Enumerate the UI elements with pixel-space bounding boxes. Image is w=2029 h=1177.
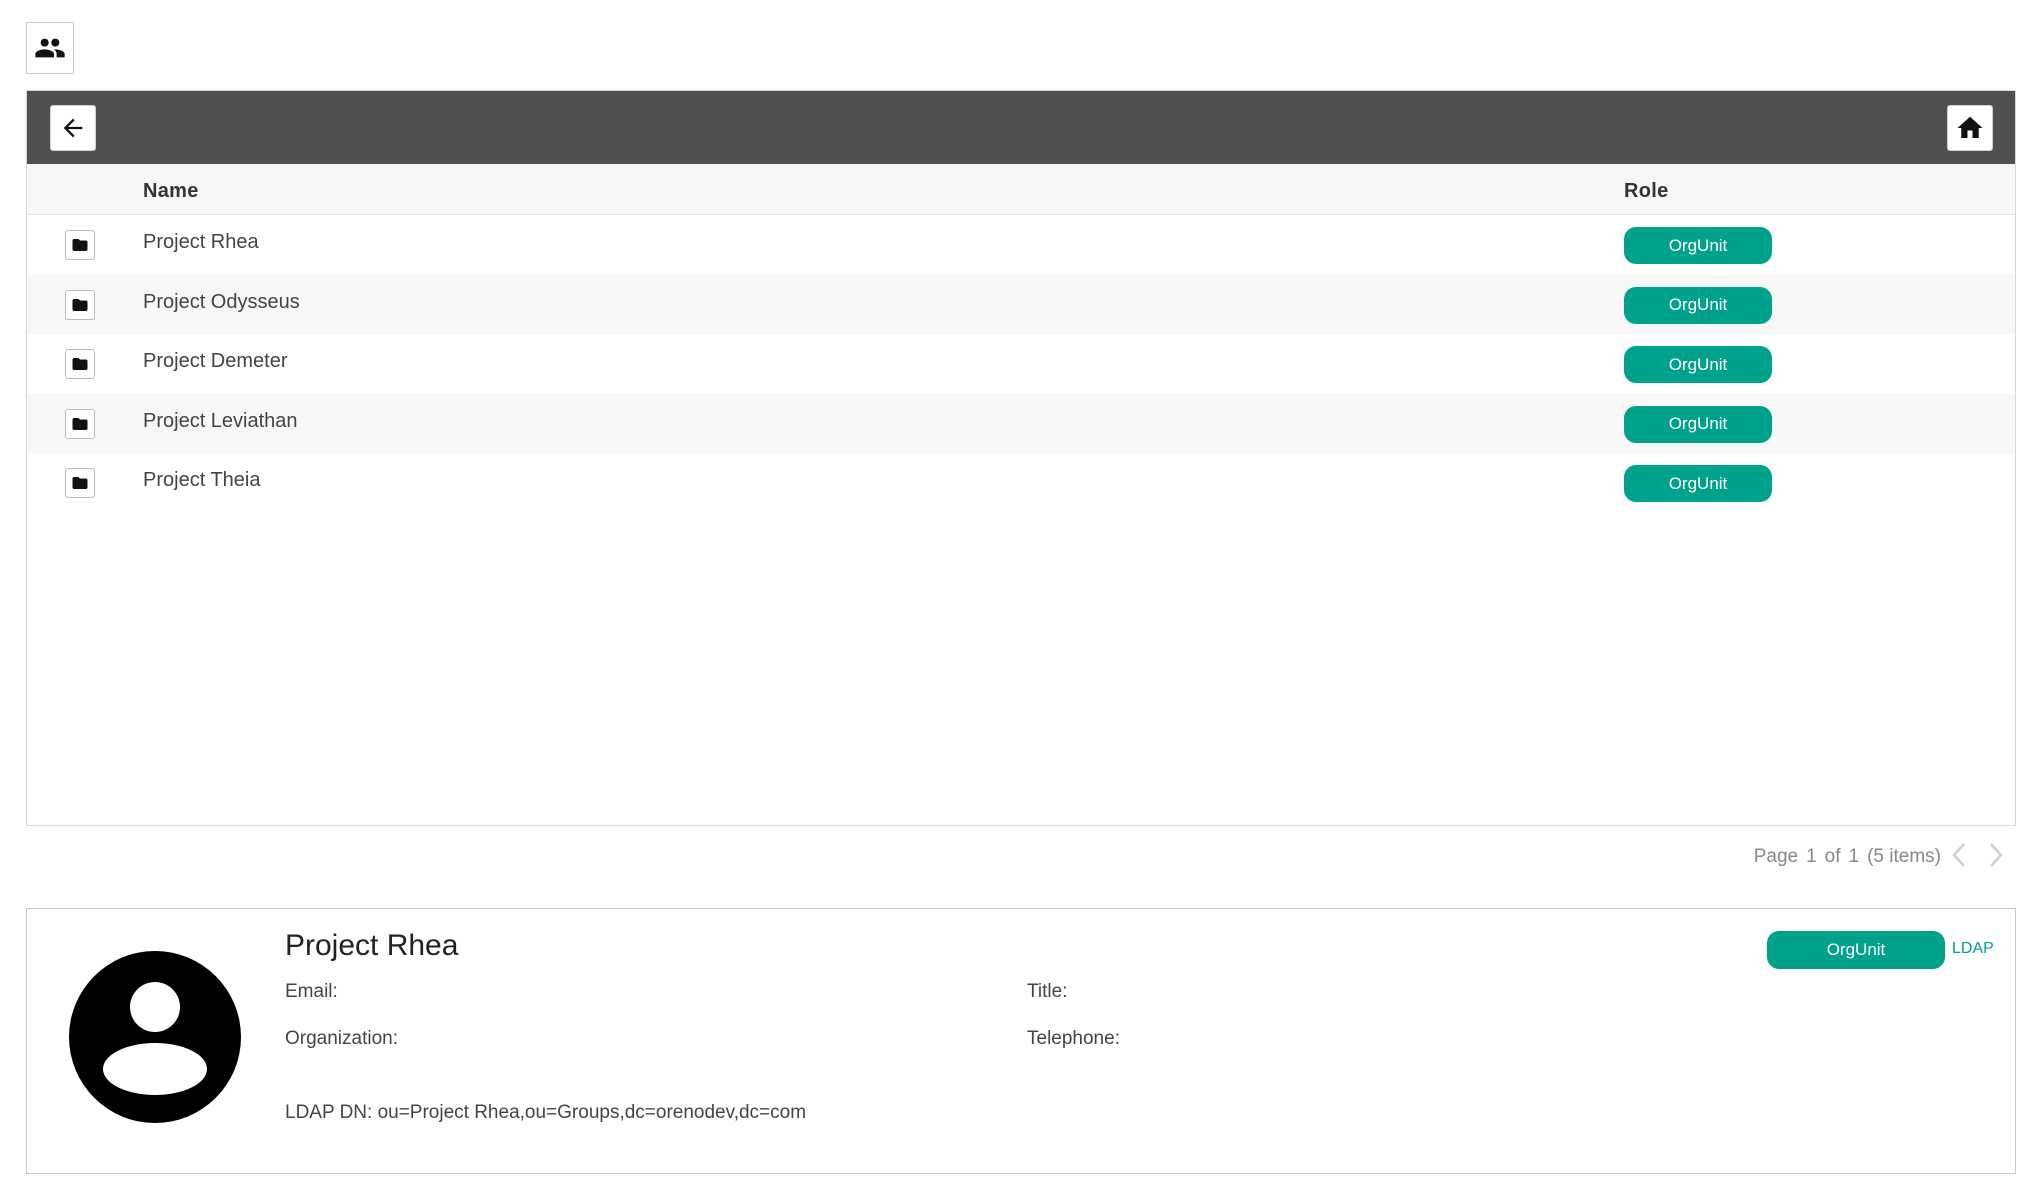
people-button[interactable]: [26, 22, 74, 74]
table-body: Project Rhea OrgUnit Project Odysseus Or…: [27, 215, 2015, 513]
toolbar: [27, 91, 2015, 164]
current-page: 1: [1806, 846, 1817, 867]
role-badge: OrgUnit: [1624, 286, 1772, 324]
table-header: Name Role: [27, 164, 2015, 215]
telephone-label: Telephone:: [1027, 1028, 1120, 1049]
home-icon: [1957, 116, 1983, 138]
row-name: Project Odysseus: [143, 290, 300, 313]
row-name: Project Demeter: [143, 350, 288, 372]
table-row[interactable]: Project Leviathan OrgUnit: [27, 393, 2015, 453]
directory-panel: Name Role Project Rhea OrgUnit Project O…: [26, 90, 2016, 826]
chevron-right-icon: [1990, 843, 2003, 867]
role-badge: OrgUnit: [1624, 346, 1772, 383]
folder-icon: [72, 358, 88, 370]
folder-icon: [72, 417, 88, 430]
detail-card: Project Rhea Email: Title: Organization:…: [26, 908, 2016, 1174]
folder-icon: [72, 298, 88, 311]
people-icon: [35, 38, 65, 58]
column-header-role[interactable]: Role: [1624, 180, 1669, 203]
email-label: Email:: [285, 981, 338, 1002]
role-badge: OrgUnit: [1624, 227, 1772, 264]
previous-page-button[interactable]: [1948, 840, 1970, 875]
role-badge: OrgUnit: [1767, 931, 1945, 969]
folder-button[interactable]: [65, 349, 95, 379]
back-button[interactable]: [50, 105, 96, 151]
table-row[interactable]: Project Demeter OrgUnit: [27, 334, 2015, 394]
next-page-button[interactable]: [1985, 840, 2007, 875]
of-label: of: [1824, 846, 1841, 867]
detail-title: Project Rhea: [285, 929, 459, 962]
account-circle-icon: [69, 951, 241, 1123]
chevron-left-icon: [1952, 843, 1965, 867]
role-badge: OrgUnit: [1624, 405, 1772, 443]
arrow-left-icon: [63, 118, 83, 138]
folder-icon: [72, 477, 88, 489]
folder-button[interactable]: [65, 408, 95, 439]
row-name: Project Theia: [143, 469, 261, 491]
column-header-name[interactable]: Name: [143, 180, 199, 203]
folder-button[interactable]: [65, 468, 95, 498]
folder-icon: [72, 239, 88, 251]
title-label: Title:: [1027, 981, 1068, 1002]
folder-button[interactable]: [65, 230, 95, 260]
item-count: (5 items): [1867, 846, 1941, 867]
total-pages: 1: [1848, 846, 1860, 867]
source-label: LDAP: [1952, 940, 1994, 957]
ldap-dn: LDAP DN: ou=Project Rhea,ou=Groups,dc=or…: [285, 1102, 807, 1123]
table-row[interactable]: Project Theia OrgUnit: [27, 453, 2015, 513]
folder-button[interactable]: [65, 289, 95, 320]
pagination-info: Page 1 of 1 (5 items): [1754, 846, 1949, 868]
page-label: Page: [1753, 846, 1799, 867]
role-badge: OrgUnit: [1624, 465, 1772, 502]
home-button[interactable]: [1947, 105, 1993, 151]
row-name: Project Leviathan: [143, 409, 298, 432]
row-name: Project Rhea: [143, 231, 259, 253]
table-row[interactable]: Project Odysseus OrgUnit: [27, 274, 2015, 334]
organization-label: Organization:: [285, 1028, 399, 1049]
table-row[interactable]: Project Rhea OrgUnit: [27, 215, 2015, 275]
